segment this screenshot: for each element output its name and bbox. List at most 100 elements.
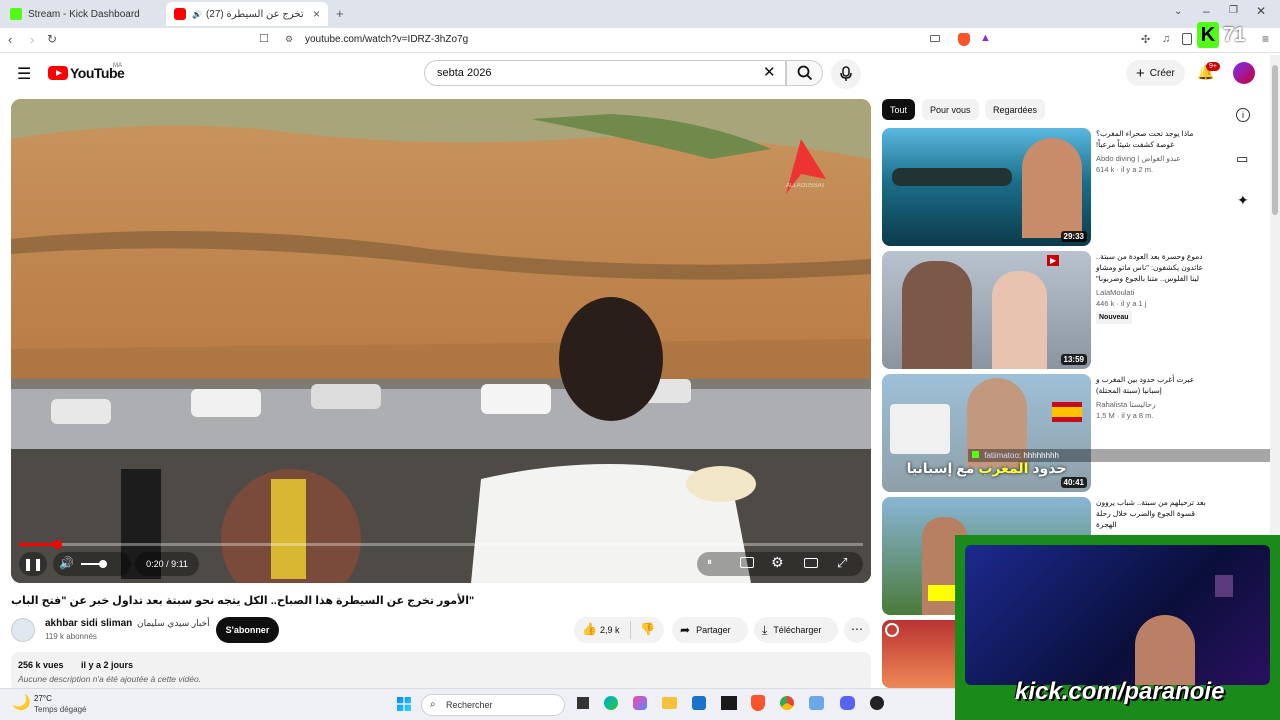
autoplay-toggle-icon[interactable]: ⏸ xyxy=(707,557,712,568)
divider xyxy=(630,621,631,639)
pause-button[interactable]: ❚❚ xyxy=(19,552,47,576)
video-thumbnail[interactable] xyxy=(882,620,956,688)
channel-arabic-name: أخبار سيدي سليمان xyxy=(137,618,210,628)
video-thumbnail[interactable]: ▶ 13:59 xyxy=(882,251,1091,369)
tab-youtube[interactable]: 🔊 (27) الأمور تخرج عن السيطرة ... × xyxy=(166,2,328,26)
browser-tab-bar: Stream - Kick Dashboard 🔊 (27) الأمور تخ… xyxy=(0,0,1280,28)
brave-rewards-icon[interactable]: ▲ xyxy=(980,32,991,44)
scrollbar[interactable] xyxy=(1270,55,1280,535)
recommendation-item[interactable]: ▶ 13:59 دموع وحسرة بعد العودة من سبتة.. … xyxy=(882,251,1272,369)
upload-age: il y a 2 jours xyxy=(81,660,134,670)
tab-title: Stream - Kick Dashboard xyxy=(28,8,140,20)
download-button[interactable]: ⤓ Télécharger xyxy=(754,617,838,643)
discord-icon[interactable] xyxy=(840,696,855,710)
obs-app-icon[interactable] xyxy=(721,696,737,710)
copilot-icon[interactable] xyxy=(633,696,647,710)
volume-knob[interactable] xyxy=(99,560,107,568)
sparkle-icon[interactable]: ✦ xyxy=(1237,192,1249,209)
avatar[interactable] xyxy=(1233,62,1255,84)
spain-flag-icon xyxy=(1052,402,1082,422)
clear-search-icon[interactable]: ✕ xyxy=(763,63,776,81)
kick-chat-icon xyxy=(972,451,979,458)
recommendation-title[interactable]: ماذا يوجد تحت صحراء المغرب؟ غوصة كشفت شي… xyxy=(1096,128,1206,150)
dislike-button[interactable]: 👎 xyxy=(640,622,655,636)
close-window-icon[interactable]: ✕ xyxy=(1256,4,1266,18)
recommendation-item[interactable]: 29:33 ماذا يوجد تحت صحراء المغرب؟ غوصة ك… xyxy=(882,128,1272,246)
app-icon[interactable] xyxy=(809,696,824,710)
recommendation-meta: 446 k · il y a 1 j xyxy=(1096,299,1147,308)
new-tab-icon[interactable]: + xyxy=(336,6,344,21)
subscribe-button[interactable]: S'abonner xyxy=(216,617,279,643)
back-icon[interactable]: ‹ xyxy=(8,32,12,47)
cast-icon[interactable] xyxy=(930,35,940,42)
menu-icon[interactable]: ≡ xyxy=(1262,32,1269,46)
comments-icon[interactable]: ▭ xyxy=(1236,151,1248,167)
plus-icon: + xyxy=(1136,64,1145,82)
extensions-icon[interactable]: ✣ xyxy=(1141,33,1150,46)
bookmark-icon[interactable]: ☐ xyxy=(259,32,269,45)
share-button[interactable]: ➦ Partager xyxy=(672,617,748,643)
recommendation-title[interactable]: دموع وحسرة بعد العودة من سبتة.. عائدون ي… xyxy=(1096,251,1206,284)
search-button[interactable] xyxy=(786,60,823,86)
chip-watched[interactable]: Regardées xyxy=(985,99,1046,120)
minimize-icon[interactable]: – xyxy=(1203,4,1210,18)
recommendation-title[interactable]: بعد ترحيلهم من سبتة.. شباب يروون قسوة ال… xyxy=(1096,497,1206,530)
recommendation-info: بعد ترحيلهم من سبتة.. شباب يروون قسوة ال… xyxy=(1096,497,1206,530)
site-info-icon[interactable]: ⚙ xyxy=(285,34,293,45)
thumbnail-person xyxy=(902,261,972,369)
weather-icon[interactable]: 🌙 xyxy=(12,693,31,711)
player-right-controls: ⏸ ⚙ ⤢ xyxy=(697,552,863,576)
windows-start-icon[interactable] xyxy=(397,697,411,711)
brave-icon[interactable] xyxy=(751,695,765,711)
recommendation-channel[interactable]: Rahalista رحاليستا xyxy=(1096,399,1206,410)
maximize-icon[interactable]: ❐ xyxy=(1229,5,1238,16)
info-icon[interactable]: i xyxy=(1236,108,1250,122)
url-field[interactable]: youtube.com/watch?v=IDRZ-3hZo7g xyxy=(305,34,468,45)
channel-name[interactable]: akhbar sidi sliman xyxy=(45,618,132,629)
like-button[interactable]: 👍 xyxy=(582,622,597,636)
tab-kick-dashboard[interactable]: Stream - Kick Dashboard xyxy=(2,2,162,26)
progress-scrubber[interactable] xyxy=(52,540,62,549)
recommendation-channel[interactable]: Abdo diving | عبدو الغواص xyxy=(1096,153,1206,164)
video-thumbnail[interactable]: حدود المغرب مع إسبانيا 40:41 xyxy=(882,374,1091,492)
theater-mode-icon[interactable] xyxy=(804,558,818,568)
more-actions-button[interactable]: ⋯ xyxy=(844,617,870,643)
thumbs-up-icon: 👍 xyxy=(582,622,597,636)
voice-search-button[interactable] xyxy=(831,59,861,89)
search-input[interactable]: sebta 2026 xyxy=(424,60,786,86)
channel-avatar[interactable] xyxy=(11,618,35,642)
settings-gear-icon[interactable]: ⚙ xyxy=(771,554,784,571)
music-icon[interactable]: ♫ xyxy=(1162,33,1170,45)
video-player[interactable]: ALLAOUSSAT ❚❚ 🔊 0:20 / 9:11 ⏸ ⚙ ⤢ xyxy=(11,99,871,583)
chip-for-you[interactable]: Pour vous xyxy=(922,99,979,120)
volume-control[interactable]: 🔊 xyxy=(53,552,131,576)
progress-bar[interactable] xyxy=(19,543,863,546)
chip-all[interactable]: Tout xyxy=(882,99,916,120)
task-view-icon[interactable] xyxy=(577,697,589,709)
close-tab-icon[interactable]: × xyxy=(313,7,320,21)
recommendation-item[interactable]: حدود المغرب مع إسبانيا 40:41 عبرت أغرب ح… xyxy=(882,374,1272,492)
taskbar-search[interactable]: ⌕ Rechercher xyxy=(421,694,565,716)
description-box[interactable]: 256 k vues il y a 2 jours Aucune descrip… xyxy=(11,652,871,692)
store-icon[interactable] xyxy=(692,696,706,710)
create-button[interactable]: + Créer xyxy=(1126,60,1185,86)
edge-icon[interactable] xyxy=(604,696,618,710)
forward-icon[interactable]: › xyxy=(30,32,34,47)
thumbnail-face xyxy=(1022,138,1082,238)
chrome-icon[interactable] xyxy=(780,696,794,710)
app-icon[interactable] xyxy=(870,696,884,710)
subtitles-icon[interactable] xyxy=(740,557,754,568)
scrollbar-thumb[interactable] xyxy=(1272,65,1278,215)
recommendation-channel[interactable]: LalaMoulati xyxy=(1096,287,1206,298)
brave-shield-icon[interactable] xyxy=(958,33,970,46)
hamburger-menu-icon[interactable]: ☰ xyxy=(17,64,31,84)
duration-badge: 40:41 xyxy=(1060,477,1087,488)
youtube-icon xyxy=(174,8,186,20)
reload-icon[interactable]: ↻ xyxy=(47,32,57,46)
recommendation-title[interactable]: عبرت أغرب حدود بين المغرب و إسبانيا (سبت… xyxy=(1096,374,1206,396)
chevron-down-icon[interactable]: ⌄ xyxy=(1174,6,1182,17)
video-thumbnail[interactable]: 29:33 xyxy=(882,128,1091,246)
file-explorer-icon[interactable] xyxy=(662,697,677,709)
fullscreen-icon[interactable]: ⤢ xyxy=(837,555,847,571)
sidebar-toggle-icon[interactable] xyxy=(1182,33,1192,45)
